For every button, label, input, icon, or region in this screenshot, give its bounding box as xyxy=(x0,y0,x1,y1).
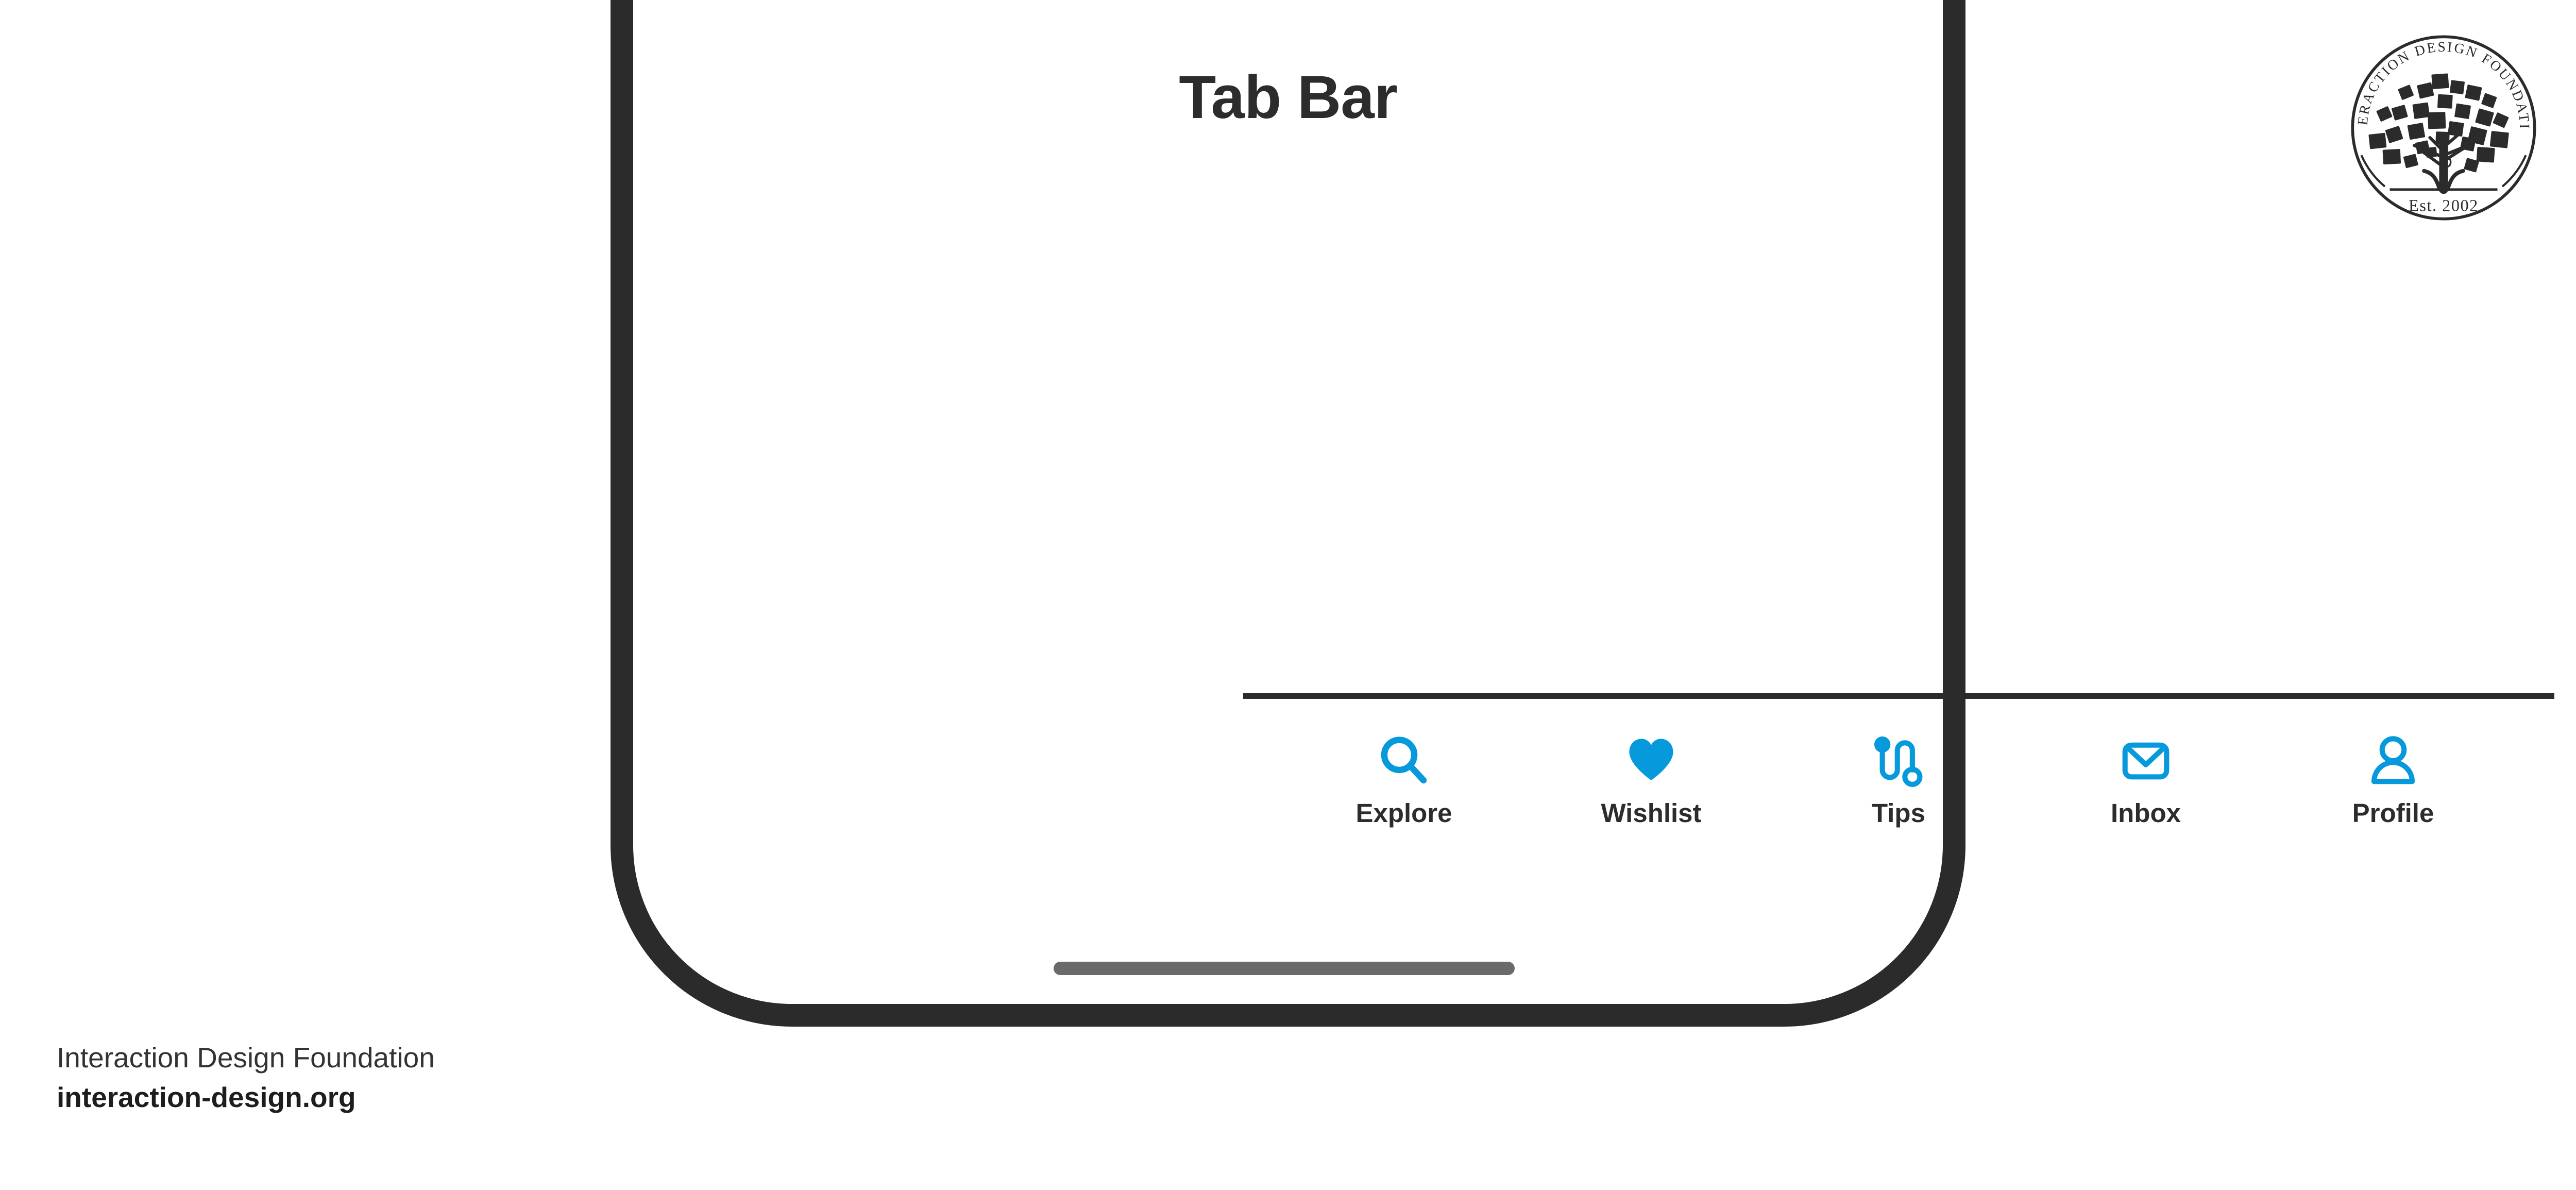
home-indicator[interactable] xyxy=(1054,962,1515,975)
person-icon xyxy=(2364,732,2422,790)
tab-item-wishlist[interactable]: Wishlist xyxy=(1538,732,1765,828)
tab-item-explore[interactable]: Explore xyxy=(1291,732,1517,828)
heart-icon xyxy=(1622,732,1680,790)
tab-item-tips[interactable]: Tips xyxy=(1785,732,2012,828)
footer-organization: Interaction Design Foundation xyxy=(57,1042,435,1074)
tab-item-inbox[interactable]: Inbox xyxy=(2032,732,2259,828)
footer-brand: Interaction Design Foundation interactio… xyxy=(57,1041,435,1114)
logo-established: Est. 2002 xyxy=(2409,196,2479,215)
path-tips-icon xyxy=(1870,732,1927,790)
tab-label-tips: Tips xyxy=(1872,798,1925,828)
tabbar-divider xyxy=(1243,693,2554,699)
idf-logo: INTERACTION DESIGN FOUNDATION xyxy=(2346,30,2541,226)
footer-website: interaction-design.org xyxy=(57,1081,356,1113)
envelope-icon xyxy=(2117,732,2175,790)
tab-label-wishlist: Wishlist xyxy=(1601,798,1702,828)
tab-label-profile: Profile xyxy=(2352,798,2434,828)
tab-item-profile[interactable]: Profile xyxy=(2280,732,2506,828)
tab-label-inbox: Inbox xyxy=(2111,798,2181,828)
search-icon xyxy=(1375,732,1433,790)
phone-screen: Explore Wishlist Tips Inbox Profile xyxy=(611,0,2554,1018)
tab-label-explore: Explore xyxy=(1355,798,1452,828)
tab-bar: Explore Wishlist Tips Inbox Profile xyxy=(1291,732,2506,856)
